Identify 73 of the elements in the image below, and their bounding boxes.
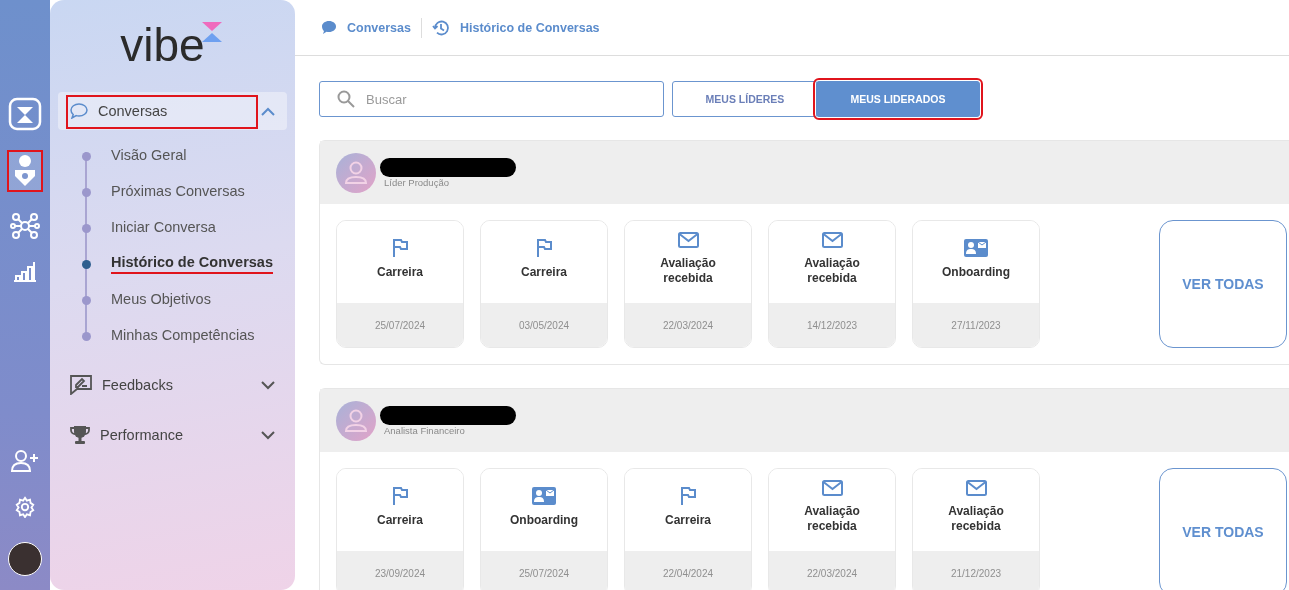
conversation-date: 14/12/2023	[769, 303, 895, 347]
conversation-type: Onboarding	[941, 264, 1011, 280]
brand-logo-text: vibe	[120, 22, 205, 68]
job-title: Analista Financeiro	[384, 424, 466, 436]
conversation-date: 21/12/2023	[913, 551, 1039, 590]
envelope-icon	[821, 232, 843, 248]
add-user-icon[interactable]	[11, 450, 39, 472]
conversation-tile[interactable]: Avaliação recebida 22/03/2024	[768, 468, 896, 590]
conversation-type: Carreira	[376, 513, 424, 528]
contact-card-icon	[532, 486, 556, 505]
user-avatar-icon	[336, 400, 376, 441]
flag-icon	[536, 238, 552, 257]
conversation-tile[interactable]: Avaliação recebida 22/03/2024	[624, 220, 752, 348]
job-title: Líder Produção	[384, 176, 450, 188]
trophy-icon	[70, 425, 90, 445]
nav-subitem[interactable]: Meus Objetivos	[111, 291, 211, 309]
contact-card-icon	[964, 238, 988, 257]
conversation-date: 25/07/2024	[337, 303, 463, 347]
chevron-down-icon	[261, 430, 275, 440]
conversation-type: Carreira	[376, 265, 424, 280]
conversation-type: Onboarding	[509, 512, 579, 528]
search-icon	[337, 90, 355, 108]
ai-user-icon[interactable]	[13, 154, 37, 188]
search-field[interactable]: Buscar	[319, 81, 664, 117]
flag-icon	[680, 486, 696, 505]
user-avatar-icon	[336, 152, 376, 193]
conversation-type: Avaliação recebida	[803, 256, 861, 286]
conversation-type: Avaliação recebida	[659, 256, 717, 286]
nav-item[interactable]: Conversas	[58, 92, 287, 130]
conversation-tile[interactable]: Carreira 22/04/2024	[624, 468, 752, 590]
logo-icon[interactable]	[8, 97, 42, 131]
nav-item[interactable]: Feedbacks	[58, 366, 287, 404]
conversation-tile[interactable]: Carreira 23/09/2024	[336, 468, 464, 590]
breadcrumb-link[interactable]: Conversas	[347, 20, 411, 35]
conversation-type: Carreira	[664, 513, 712, 528]
conversation-tile[interactable]: Carreira 03/05/2024	[480, 220, 608, 348]
chevron-up-icon	[261, 106, 275, 116]
nav-item[interactable]: Performance	[58, 416, 287, 454]
settings-icon[interactable]	[14, 496, 36, 518]
conversation-date: 22/03/2024	[625, 303, 751, 347]
conversation-date: 23/09/2024	[337, 551, 463, 590]
bar-chart-icon[interactable]	[13, 260, 37, 282]
conversation-date: 27/11/2023	[913, 303, 1039, 347]
conversation-tile[interactable]: Avaliação recebida 21/12/2023	[912, 468, 1040, 590]
envelope-icon	[677, 232, 699, 248]
tab[interactable]: MEUS LÍDERES	[672, 81, 818, 117]
conversation-tile[interactable]: Onboarding 27/11/2023	[912, 220, 1040, 348]
chat-bubble-icon	[321, 20, 337, 35]
feedback-icon	[70, 375, 92, 395]
conversation-type: Carreira	[520, 265, 568, 280]
envelope-icon	[965, 480, 987, 496]
envelope-icon	[821, 480, 843, 496]
chat-bubble-icon	[70, 103, 88, 119]
nav-subitem[interactable]: Próximas Conversas	[111, 183, 245, 201]
conversation-date: 22/04/2024	[625, 551, 751, 590]
nav-subitem[interactable]: Iniciar Conversa	[111, 219, 216, 237]
history-icon	[431, 18, 450, 37]
conversation-type: Avaliação recebida	[947, 504, 1005, 534]
conversation-date: 25/07/2024	[481, 551, 607, 590]
chevron-down-icon	[261, 380, 275, 390]
conversation-tile[interactable]: Carreira 25/07/2024	[336, 220, 464, 348]
flag-icon	[392, 486, 408, 505]
user-avatar[interactable]	[8, 542, 42, 576]
conversation-tile[interactable]: Avaliação recebida 14/12/2023	[768, 220, 896, 348]
conversation-date: 22/03/2024	[769, 551, 895, 590]
flag-icon	[392, 238, 408, 257]
nav-subitem[interactable]: Minhas Competências	[111, 327, 255, 345]
nav-subitem[interactable]: Histórico de Conversas	[111, 254, 273, 274]
conversation-type: Avaliação recebida	[803, 504, 861, 534]
nav-subitem[interactable]: Visão Geral	[111, 147, 187, 165]
network-icon[interactable]	[10, 211, 40, 241]
conversation-tile[interactable]: Onboarding 25/07/2024	[480, 468, 608, 590]
conversation-date: 03/05/2024	[481, 303, 607, 347]
